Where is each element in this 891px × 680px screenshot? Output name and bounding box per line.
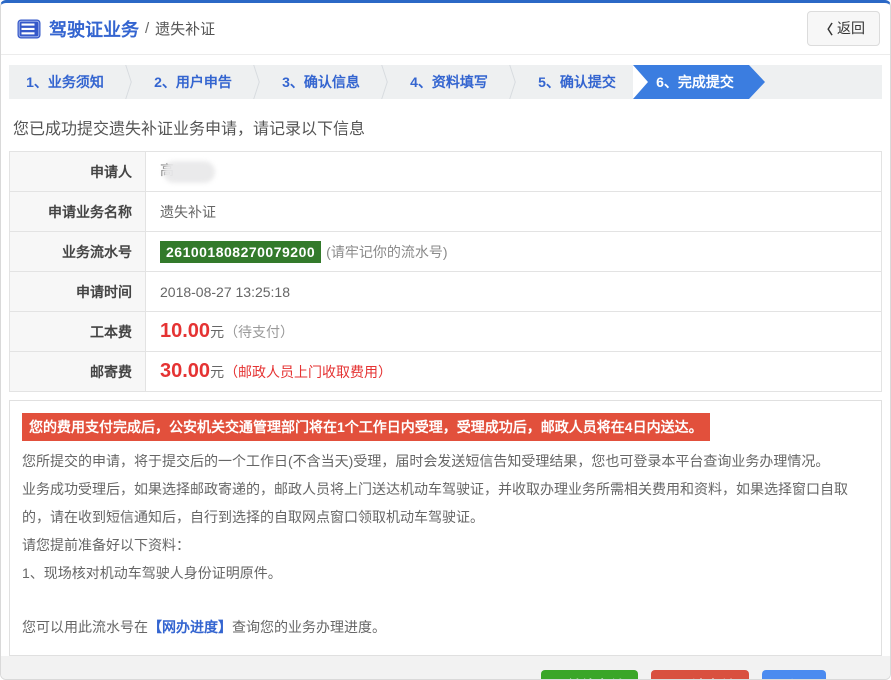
- production-fee-unit: 元: [210, 324, 225, 340]
- production-fee-label: 工本费: [9, 311, 146, 352]
- name-redaction-blur: [163, 160, 215, 183]
- notice-box: 您的费用支付完成后，公安机关交通管理部门将在1个工作日内受理，受理成功后，邮政人…: [9, 400, 882, 656]
- progress-query-suffix: 查询您的业务办理进度。: [232, 619, 386, 635]
- cancel-payment-button[interactable]: ¥ 取消支付: [651, 670, 749, 679]
- back-button-label: 返回: [837, 20, 865, 36]
- postage-fee-unit: 元: [210, 364, 225, 380]
- serial-number-badge: 261001808270079200: [160, 240, 322, 263]
- postage-fee-note: （邮政人员上门收取费用）: [224, 364, 393, 380]
- step-1-business-notice: 1、业务须知: [26, 74, 104, 90]
- progress-query-line: 您可以用此流水号在【网办进度】查询您的业务办理进度。: [22, 613, 869, 641]
- notice-paragraph-3: 请您提前准备好以下资料：: [22, 537, 190, 553]
- step-5-confirm-submit: 5、确认提交: [538, 74, 616, 90]
- step-separator: [121, 65, 137, 99]
- page-container: 驾驶证业务 / 遗失补证 〈 返回 1、业务须知 2、用户申告 3、确认信息 4…: [0, 0, 891, 680]
- applicant-label: 申请人: [9, 151, 146, 192]
- breadcrumb-separator: /: [145, 20, 150, 37]
- online-progress-link[interactable]: 【网办进度】: [148, 619, 232, 635]
- serial-number-label: 业务流水号: [9, 231, 146, 272]
- return-button[interactable]: 返回: [762, 670, 826, 679]
- step-2-user-declaration: 2、用户申告: [154, 74, 232, 90]
- page-title: 驾驶证业务: [49, 19, 139, 40]
- back-button-top[interactable]: 〈 返回: [806, 11, 880, 46]
- chevron-left-icon: 〈: [819, 21, 833, 37]
- payment-warning-banner: 您的费用支付完成后，公安机关交通管理部门将在1个工作日内受理，受理成功后，邮政人…: [22, 413, 710, 441]
- business-name-label: 申请业务名称: [9, 191, 146, 232]
- progress-query-prefix: 您可以用此流水号在: [22, 619, 148, 635]
- serial-number-note: (请牢记你的流水号): [326, 243, 448, 260]
- breadcrumb-current: 遗失补证: [155, 21, 216, 38]
- postage-fee-amount: 30.00: [160, 360, 211, 382]
- table-row: 工本费 10.00元（待支付）: [9, 311, 882, 352]
- production-fee-amount: 10.00: [160, 320, 211, 342]
- step-wizard-bar: 1、业务须知 2、用户申告 3、确认信息 4、资料填写 5、确认提交 6、完成提…: [9, 65, 882, 99]
- apply-time-value: 2018-08-27 13:25:18: [145, 271, 882, 312]
- applicant-value-cell: 高: [145, 151, 882, 192]
- table-row: 业务流水号 261001808270079200 (请牢记你的流水号): [9, 231, 882, 272]
- production-fee-note: （待支付）: [224, 324, 295, 340]
- table-row: 申请人 高: [9, 151, 882, 192]
- table-row: 申请时间 2018-08-27 13:25:18: [9, 271, 882, 312]
- success-message: 您已成功提交遗失补证业务申请，请记录以下信息: [13, 121, 366, 138]
- postage-fee-label: 邮寄费: [9, 351, 146, 392]
- step-6-complete-submit: 6、完成提交: [633, 65, 765, 99]
- apply-time-label: 申请时间: [9, 271, 146, 312]
- notice-paragraph-2: 业务成功受理后，如果选择邮政寄递的，邮政人员将上门送达机动车驾驶证，并收取办理业…: [22, 481, 848, 525]
- step-separator: [249, 65, 265, 99]
- table-row: 邮寄费 30.00元（邮政人员上门收取费用）: [9, 351, 882, 392]
- step-separator: [377, 65, 393, 99]
- step-separator: [505, 65, 521, 99]
- table-row: 申请业务名称 遗失补证: [9, 191, 882, 232]
- notice-paragraph-1: 您所提交的申请，将于提交后的一个工作日(不含当天)受理，届时会发送短信告知受理结…: [22, 453, 830, 469]
- notice-paragraph-4: 1、现场核对机动车驾驶人身份证明原件。: [22, 565, 282, 581]
- step-4-fill-data: 4、资料填写: [410, 74, 488, 90]
- production-fee-cell: 10.00元（待支付）: [145, 311, 882, 352]
- postage-fee-cell: 30.00元（邮政人员上门收取费用）: [145, 351, 882, 392]
- continue-payment-button[interactable]: ¥ 继续支付: [540, 670, 639, 679]
- step-3-confirm-info: 3、确认信息: [282, 74, 360, 90]
- serial-number-cell: 261001808270079200 (请牢记你的流水号): [145, 231, 882, 272]
- application-info-table: 申请人 高 申请业务名称 遗失补证 业务流水号 2610018082700792…: [9, 151, 882, 392]
- footer-action-bar: ¥ 继续支付 ¥ 取消支付 返回: [1, 656, 890, 679]
- list-card-icon: [17, 19, 41, 38]
- business-name-value: 遗失补证: [145, 191, 882, 232]
- page-header: 驾驶证业务 / 遗失补证 〈 返回: [1, 3, 890, 55]
